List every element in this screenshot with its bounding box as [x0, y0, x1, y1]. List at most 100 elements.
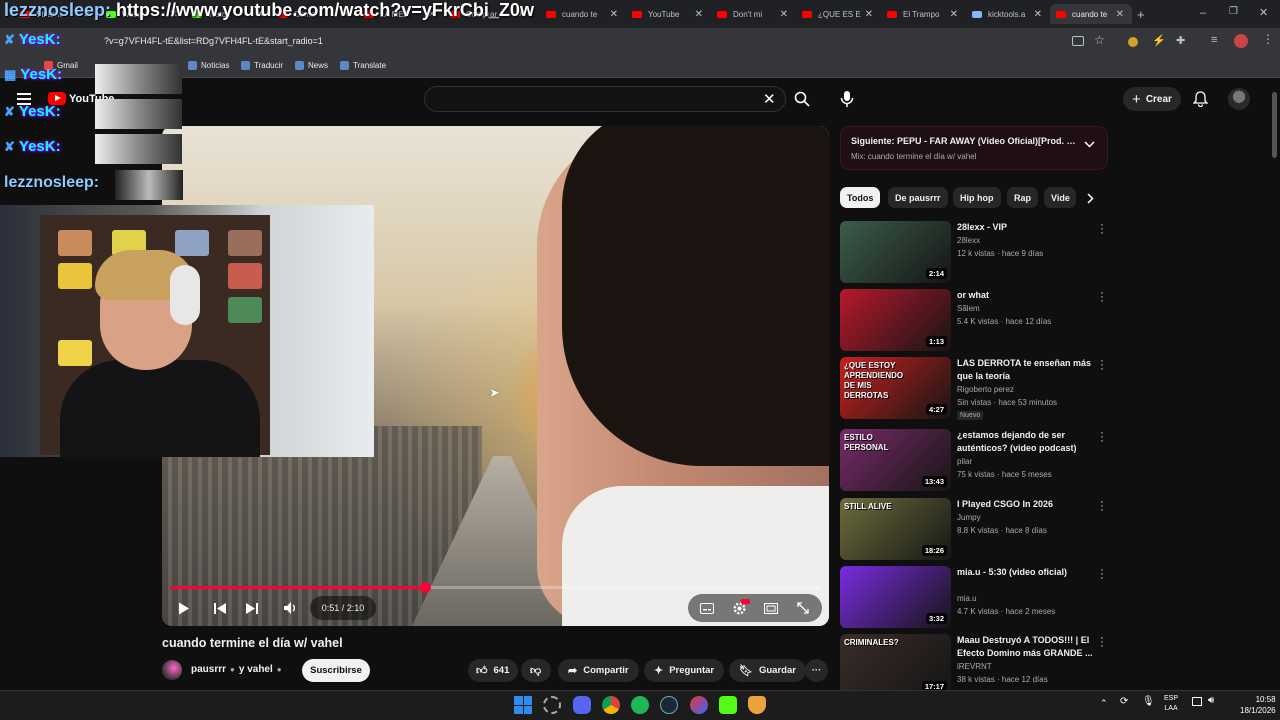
- settings-gear-icon[interactable]: [729, 596, 750, 620]
- recommended-video-title[interactable]: Maau Destruyó A TODOS!!! | El Efecto Dom…: [957, 634, 1093, 660]
- spotify-icon[interactable]: [631, 696, 649, 714]
- extension-icon[interactable]: ⚡: [1152, 34, 1166, 47]
- up-next-card[interactable]: [840, 126, 1108, 170]
- account-avatar[interactable]: [1228, 88, 1250, 110]
- channel-name[interactable]: y vahel: [239, 664, 273, 675]
- recommended-video-channel[interactable]: pilar: [957, 457, 972, 466]
- maximize-button[interactable]: ❐: [1229, 6, 1238, 17]
- close-window-button[interactable]: ✕: [1259, 6, 1268, 19]
- dislike-button[interactable]: 👎︎: [521, 659, 551, 682]
- recommended-video[interactable]: ESTILO PERSONAL 13:43 ¿estamos dejando de …: [840, 428, 1110, 493]
- gear-icon[interactable]: [543, 696, 561, 714]
- recommended-video-channel[interactable]: iREVRNT: [957, 662, 992, 671]
- notifications-bell-icon[interactable]: [1193, 91, 1208, 107]
- kebab-menu-icon[interactable]: · · ·: [1098, 565, 1106, 584]
- search-input[interactable]: [424, 86, 786, 112]
- recommended-video[interactable]: STILL ALIVE 18:26 I Played CSGO In 2026 Jum…: [840, 497, 1110, 562]
- video-thumbnail[interactable]: ESTILO PERSONAL 13:43: [840, 429, 951, 491]
- close-tab-icon[interactable]: ✕: [865, 9, 881, 20]
- previous-button[interactable]: [208, 596, 232, 620]
- channel-name[interactable]: pausrrr: [191, 664, 226, 675]
- profile-avatar[interactable]: [1234, 34, 1248, 48]
- like-button[interactable]: 👍︎ 641: [468, 659, 518, 682]
- recommended-video[interactable]: 3:32 mia.u - 5:30 (video oficial) mia.u 4.7…: [840, 565, 1110, 630]
- progress-scrubber[interactable]: [420, 582, 431, 593]
- video-thumbnail[interactable]: ¿QUE ESTOY APRENDIENDO DE MIS DERROTAS 4:…: [840, 357, 951, 419]
- video-thumbnail[interactable]: STILL ALIVE 18:26: [840, 498, 951, 560]
- play-button[interactable]: [172, 596, 196, 620]
- kebab-menu-icon[interactable]: · · ·: [1098, 288, 1106, 307]
- recommended-video[interactable]: ¿QUE ESTOY APRENDIENDO DE MIS DERROTAS 4:…: [840, 356, 1110, 421]
- url-field[interactable]: ?v=g7VFH4FL-tE&list=RDg7VFH4FL-tE&start_…: [104, 36, 323, 46]
- bookmark-traducir[interactable]: Traducir: [241, 61, 283, 70]
- close-tab-icon[interactable]: ✕: [1116, 9, 1132, 20]
- kebab-menu-icon[interactable]: · · ·: [1098, 356, 1106, 375]
- recommended-video-channel[interactable]: mia.u: [957, 594, 977, 603]
- search-icon[interactable]: [794, 91, 810, 107]
- recommended-video-channel[interactable]: Rigoberto perez: [957, 385, 1014, 394]
- puzzle-icon[interactable]: ✚: [1176, 34, 1185, 47]
- subscribe-button[interactable]: Suscribirse: [302, 659, 370, 682]
- kebab-menu-icon[interactable]: · · ·: [1098, 220, 1106, 239]
- ask-button[interactable]: ✦ Preguntar: [644, 659, 725, 682]
- new-tab-button[interactable]: +: [1137, 7, 1145, 22]
- recommended-video[interactable]: 1:13 or what Sãlem 5.4 K vistas · hace 12 d…: [840, 288, 1110, 353]
- create-button[interactable]: + Crear: [1123, 87, 1181, 111]
- browser-tab[interactable]: ¿QUE ES E ✕: [796, 4, 881, 24]
- sync-icon[interactable]: ⟳: [1120, 696, 1128, 707]
- microphone-icon[interactable]: [840, 90, 854, 108]
- system-clock[interactable]: 10:58 18/1/2026: [1240, 694, 1276, 716]
- recommended-video[interactable]: CRIMINALES? 17:17 Maau Destruyó A TODOS!!!…: [840, 633, 1110, 698]
- channel-names[interactable]: pausrrr ● y vahel ●: [191, 664, 282, 675]
- kebab-menu-icon[interactable]: · · ·: [1098, 428, 1106, 447]
- miniplayer-icon[interactable]: [761, 596, 781, 620]
- steam-icon[interactable]: [660, 696, 678, 714]
- volume-tray-icon[interactable]: 🔊︎: [1208, 695, 1214, 706]
- scrollbar-thumb[interactable]: [1272, 92, 1277, 158]
- browser-tab[interactable]: cuando te ✕: [540, 4, 626, 24]
- kebab-menu-icon[interactable]: · · ·: [1098, 497, 1106, 516]
- kebab-menu-icon[interactable]: · · ·: [1098, 633, 1106, 652]
- next-button[interactable]: [240, 596, 264, 620]
- more-actions-button[interactable]: ···: [805, 659, 828, 682]
- bookmark-star-icon[interactable]: ☆: [1094, 33, 1105, 47]
- recommended-video-channel[interactable]: Jumpy: [957, 513, 981, 522]
- bookmark-noticias[interactable]: Noticias: [188, 61, 229, 70]
- recommended-video-title[interactable]: I Played CSGO In 2026: [957, 498, 1093, 511]
- minimize-button[interactable]: –: [1200, 7, 1206, 19]
- video-thumbnail[interactable]: 2:14: [840, 221, 951, 283]
- kick-icon[interactable]: [719, 696, 737, 714]
- recommended-video-title[interactable]: LAS DERROTA te enseñan más que la teoría: [957, 357, 1093, 383]
- chevron-down-icon[interactable]: [1084, 141, 1095, 148]
- microphone-tray-icon[interactable]: 🎙︎: [1142, 696, 1155, 707]
- bookmark-translate[interactable]: Translate: [340, 61, 386, 70]
- close-tab-icon[interactable]: ✕: [695, 9, 711, 20]
- chip-videos[interactable]: Vide: [1044, 187, 1076, 208]
- recommended-video-title[interactable]: ¿estamos dejando de ser auténticos? (vid…: [957, 429, 1093, 455]
- discord-icon[interactable]: [573, 696, 591, 714]
- chip-hip-hop[interactable]: Hip hop: [953, 187, 1001, 208]
- recommended-video[interactable]: 2:14 28lexx - VIP 28lexx 12 k vistas · hace…: [840, 220, 1110, 285]
- browser-tab[interactable]: Don't mi ✕: [711, 4, 796, 24]
- volume-button[interactable]: [279, 596, 303, 620]
- bookmark-news[interactable]: News: [295, 61, 328, 70]
- close-tab-icon[interactable]: ✕: [1034, 9, 1050, 20]
- browser-tab[interactable]: El Trampo ✕: [881, 4, 966, 24]
- scrollbar-track[interactable]: [1270, 80, 1278, 690]
- browser-tab[interactable]: YouTube ✕: [626, 4, 711, 24]
- chip-de-pausrrr[interactable]: De pausrrr: [888, 187, 948, 208]
- recommended-video-title[interactable]: 28lexx - VIP: [957, 221, 1093, 234]
- clear-search-icon[interactable]: ✕: [763, 90, 776, 108]
- chip-todos[interactable]: Todos: [840, 187, 881, 208]
- recommended-video-title[interactable]: mia.u - 5:30 (video oficial): [957, 566, 1093, 579]
- browser-tab[interactable]: cuando te ✕: [1050, 4, 1132, 24]
- chevron-right-icon[interactable]: [1087, 193, 1094, 204]
- channel-avatar[interactable]: [162, 660, 182, 680]
- browser-tab[interactable]: kicktools.a ✕: [966, 4, 1050, 24]
- menu-lines-icon[interactable]: ≡: [1211, 34, 1217, 46]
- recommended-video-title[interactable]: or what: [957, 289, 1093, 302]
- share-button[interactable]: ➦ Compartir: [558, 659, 639, 682]
- fullscreen-icon[interactable]: [793, 596, 813, 620]
- video-thumbnail[interactable]: 3:32: [840, 566, 951, 628]
- subtitles-icon[interactable]: [697, 596, 717, 620]
